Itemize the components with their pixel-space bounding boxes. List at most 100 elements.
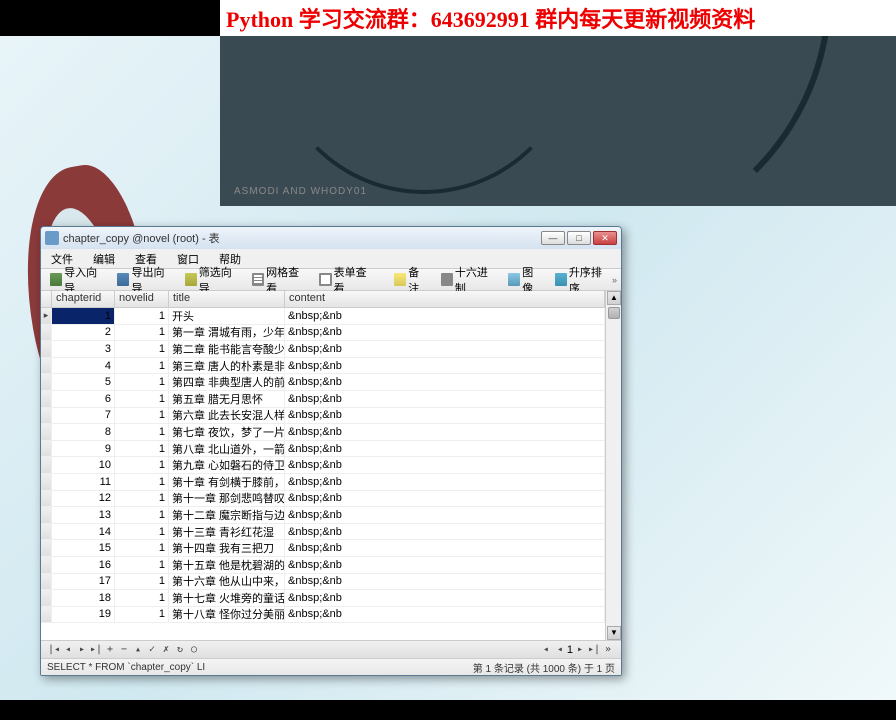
cell-title[interactable]: 第十章 有剑横于膝前，有变 (169, 474, 285, 490)
table-row[interactable]: 101第九章 心如磐石的侍卫们&nbsp;&nb (41, 457, 605, 474)
table-row[interactable]: 111第十章 有剑横于膝前，有变&nbsp;&nb (41, 474, 605, 491)
row-indicator-header[interactable] (41, 291, 52, 307)
cell-title[interactable]: 第十二章 魔宗断指与边军伏 (169, 507, 285, 523)
cell-title[interactable]: 第九章 心如磐石的侍卫们 (169, 457, 285, 473)
minimize-button[interactable]: — (541, 231, 565, 245)
table-row[interactable]: 191第十八章 怪你过分美丽&nbsp;&nb (41, 607, 605, 624)
cell-content[interactable]: &nbsp;&nb (285, 391, 605, 407)
cell-chapterid[interactable]: 6 (52, 391, 115, 407)
cell-chapterid[interactable]: 15 (52, 540, 115, 556)
toolbar-overflow[interactable]: » (612, 275, 617, 285)
scroll-down-button[interactable]: ▼ (607, 626, 621, 640)
cell-novelid[interactable]: 1 (115, 590, 169, 606)
cell-chapterid[interactable]: 7 (52, 408, 115, 424)
table-row[interactable]: 21第一章 渭城有雨，少年有衿&nbsp;&nb (41, 325, 605, 342)
page-prev[interactable]: ◂ (553, 644, 567, 655)
cell-chapterid[interactable]: 5 (52, 374, 115, 390)
nav-edit[interactable]: ▴ (131, 644, 145, 655)
nav-refresh[interactable]: ↻ (173, 644, 187, 655)
table-row[interactable]: 51第四章 非典型唐人的前路抒&nbsp;&nb (41, 374, 605, 391)
nav-stop[interactable]: ○ (187, 644, 201, 655)
cell-title[interactable]: 第十六章 他从山中来，带着 (169, 574, 285, 590)
nav-prev[interactable]: ◂ (61, 644, 75, 655)
cell-title[interactable]: 第三章 唐人的朴素是非观 (169, 358, 285, 374)
cell-content[interactable]: &nbsp;&nb (285, 374, 605, 390)
titlebar[interactable]: chapter_copy @novel (root) - 表 — □ ✕ (41, 227, 621, 249)
table-row[interactable]: 171第十六章 他从山中来，带着&nbsp;&nb (41, 574, 605, 591)
cell-title[interactable]: 第六章 此去长安混人样 (169, 408, 285, 424)
cell-title[interactable]: 第五章 腊无月思怀 (169, 391, 285, 407)
cell-title[interactable]: 第十五章 他是枕碧湖的砍柴 (169, 557, 285, 573)
cell-novelid[interactable]: 1 (115, 408, 169, 424)
table-row[interactable]: 141第十三章 青衫红花湿&nbsp;&nb (41, 524, 605, 541)
col-title[interactable]: title (169, 291, 285, 307)
cell-novelid[interactable]: 1 (115, 341, 169, 357)
cell-chapterid[interactable]: 9 (52, 441, 115, 457)
cell-content[interactable]: &nbsp;&nb (285, 491, 605, 507)
nav-del[interactable]: − (117, 644, 131, 655)
table-row[interactable]: 41第三章 唐人的朴素是非观&nbsp;&nb (41, 358, 605, 375)
cell-novelid[interactable]: 1 (115, 358, 169, 374)
page-last[interactable]: ▸| (587, 644, 601, 655)
cell-novelid[interactable]: 1 (115, 457, 169, 473)
cell-novelid[interactable]: 1 (115, 607, 169, 623)
cell-novelid[interactable]: 1 (115, 441, 169, 457)
table-row[interactable]: 71第六章 此去长安混人样&nbsp;&nb (41, 408, 605, 425)
nav-next[interactable]: ▸ (75, 644, 89, 655)
page-first[interactable]: ◂ (539, 644, 553, 655)
cell-content[interactable]: &nbsp;&nb (285, 524, 605, 540)
cell-chapterid[interactable]: 4 (52, 358, 115, 374)
cell-content[interactable]: &nbsp;&nb (285, 474, 605, 490)
table-row[interactable]: 31第二章 能书能言夸酸少年&nbsp;&nb (41, 341, 605, 358)
cell-chapterid[interactable]: 11 (52, 474, 115, 490)
table-row[interactable]: 61第五章 腊无月思怀&nbsp;&nb (41, 391, 605, 408)
cell-chapterid[interactable]: 13 (52, 507, 115, 523)
nav-cancel[interactable]: ✗ (159, 644, 173, 655)
cell-title[interactable]: 第四章 非典型唐人的前路抒 (169, 374, 285, 390)
table-row[interactable]: ▸11开头&nbsp;&nb (41, 308, 605, 325)
cell-novelid[interactable]: 1 (115, 391, 169, 407)
cell-novelid[interactable]: 1 (115, 540, 169, 556)
cell-content[interactable]: &nbsp;&nb (285, 408, 605, 424)
table-row[interactable]: 161第十五章 他是枕碧湖的砍柴&nbsp;&nb (41, 557, 605, 574)
maximize-button[interactable]: □ (567, 231, 591, 245)
col-novelid[interactable]: novelid (115, 291, 169, 307)
page-overflow[interactable]: » (601, 644, 615, 655)
cell-content[interactable]: &nbsp;&nb (285, 358, 605, 374)
cell-content[interactable]: &nbsp;&nb (285, 507, 605, 523)
taskbar[interactable] (0, 700, 896, 720)
page-next[interactable]: ▸ (573, 644, 587, 655)
cell-title[interactable]: 第一章 渭城有雨，少年有衿 (169, 325, 285, 341)
nav-add[interactable]: + (103, 644, 117, 655)
cell-chapterid[interactable]: 8 (52, 424, 115, 440)
cell-novelid[interactable]: 1 (115, 308, 169, 324)
table-row[interactable]: 151第十四章 我有三把刀&nbsp;&nb (41, 540, 605, 557)
cell-chapterid[interactable]: 1 (52, 308, 115, 324)
cell-chapterid[interactable]: 14 (52, 524, 115, 540)
cell-title[interactable]: 第十一章 那剑悲鸣替叹 (169, 491, 285, 507)
cell-novelid[interactable]: 1 (115, 474, 169, 490)
cell-content[interactable]: &nbsp;&nb (285, 540, 605, 556)
table-row[interactable]: 121第十一章 那剑悲鸣替叹&nbsp;&nb (41, 491, 605, 508)
scroll-up-button[interactable]: ▲ (607, 291, 621, 305)
cell-content[interactable]: &nbsp;&nb (285, 457, 605, 473)
cell-title[interactable]: 第十八章 怪你过分美丽 (169, 607, 285, 623)
cell-title[interactable]: 第二章 能书能言夸酸少年 (169, 341, 285, 357)
cell-title[interactable]: 第十四章 我有三把刀 (169, 540, 285, 556)
nav-first[interactable]: |◂ (47, 644, 61, 655)
table-row[interactable]: 181第十七章 火堆旁的童话&nbsp;&nb (41, 590, 605, 607)
cell-chapterid[interactable]: 16 (52, 557, 115, 573)
cell-content[interactable]: &nbsp;&nb (285, 325, 605, 341)
cell-title[interactable]: 第八章 北山道外，一箭南来 (169, 441, 285, 457)
cell-title[interactable]: 第七章 夜饮，梦了一片海 (169, 424, 285, 440)
table-row[interactable]: 91第八章 北山道外，一箭南来&nbsp;&nb (41, 441, 605, 458)
col-chapterid[interactable]: chapterid (52, 291, 115, 307)
cell-novelid[interactable]: 1 (115, 507, 169, 523)
table-row[interactable]: 131第十二章 魔宗断指与边军伏&nbsp;&nb (41, 507, 605, 524)
cell-title[interactable]: 第十三章 青衫红花湿 (169, 524, 285, 540)
cell-chapterid[interactable]: 2 (52, 325, 115, 341)
cell-chapterid[interactable]: 3 (52, 341, 115, 357)
cell-chapterid[interactable]: 18 (52, 590, 115, 606)
col-content[interactable]: content (285, 291, 605, 307)
cell-novelid[interactable]: 1 (115, 374, 169, 390)
